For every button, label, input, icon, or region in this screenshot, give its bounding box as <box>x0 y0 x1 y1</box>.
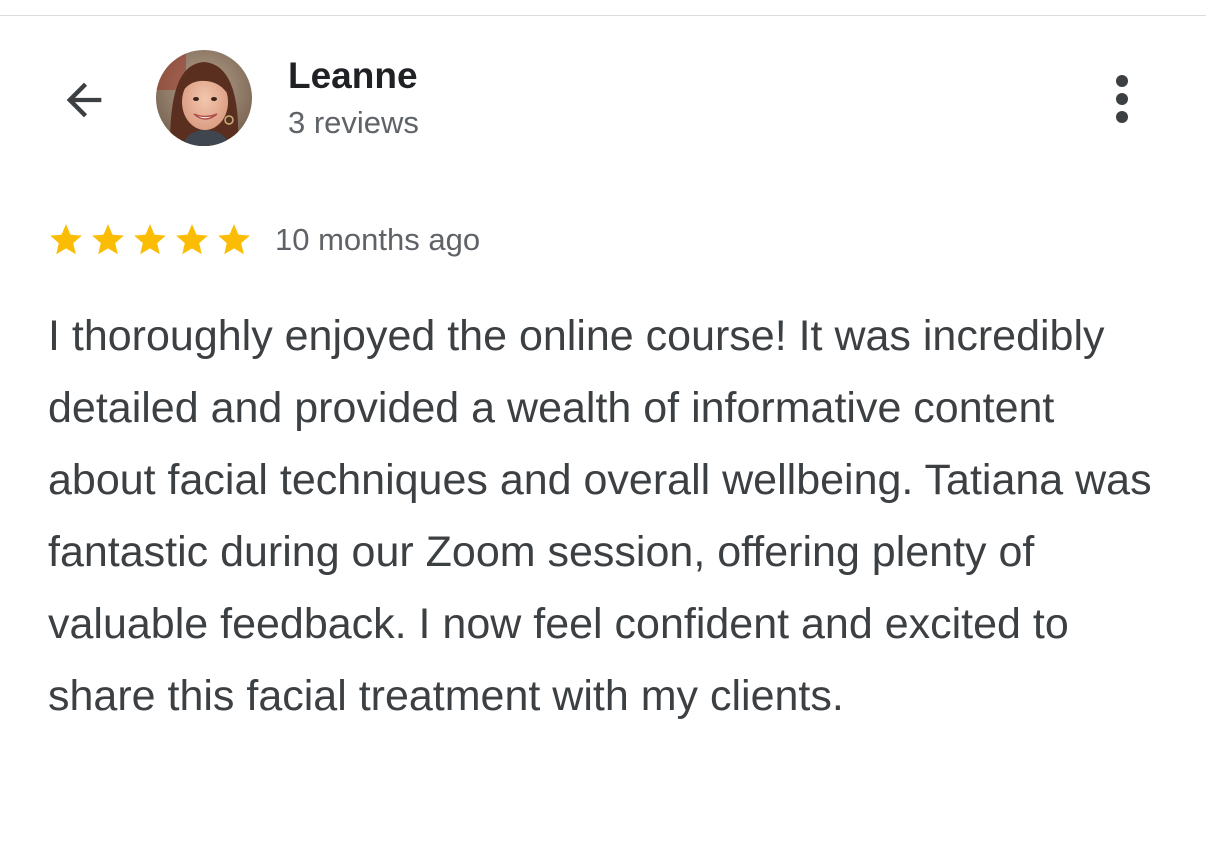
star-rating <box>47 221 253 259</box>
back-button[interactable] <box>52 70 116 130</box>
reviewer-name[interactable]: Leanne <box>288 54 418 98</box>
avatar[interactable] <box>156 50 252 146</box>
top-divider <box>0 15 1206 16</box>
review-count: 3 reviews <box>288 105 419 140</box>
more-vertical-icon <box>1116 75 1128 123</box>
review-text: I thoroughly enjoyed the online course! … <box>48 312 1152 720</box>
more-options-button[interactable] <box>1098 66 1146 132</box>
reviewer-photo <box>156 50 252 146</box>
star-icon <box>134 224 166 255</box>
rating-row: 10 months ago <box>47 218 480 262</box>
star-icon <box>218 224 250 255</box>
review-page: Leanne 3 reviews 10 months ago I thoroug… <box>0 0 1206 847</box>
star-icon <box>176 224 208 255</box>
arrow-left-icon <box>66 82 102 118</box>
star-icon <box>50 224 82 255</box>
star-icon <box>92 224 124 255</box>
review-date: 10 months ago <box>275 222 481 257</box>
